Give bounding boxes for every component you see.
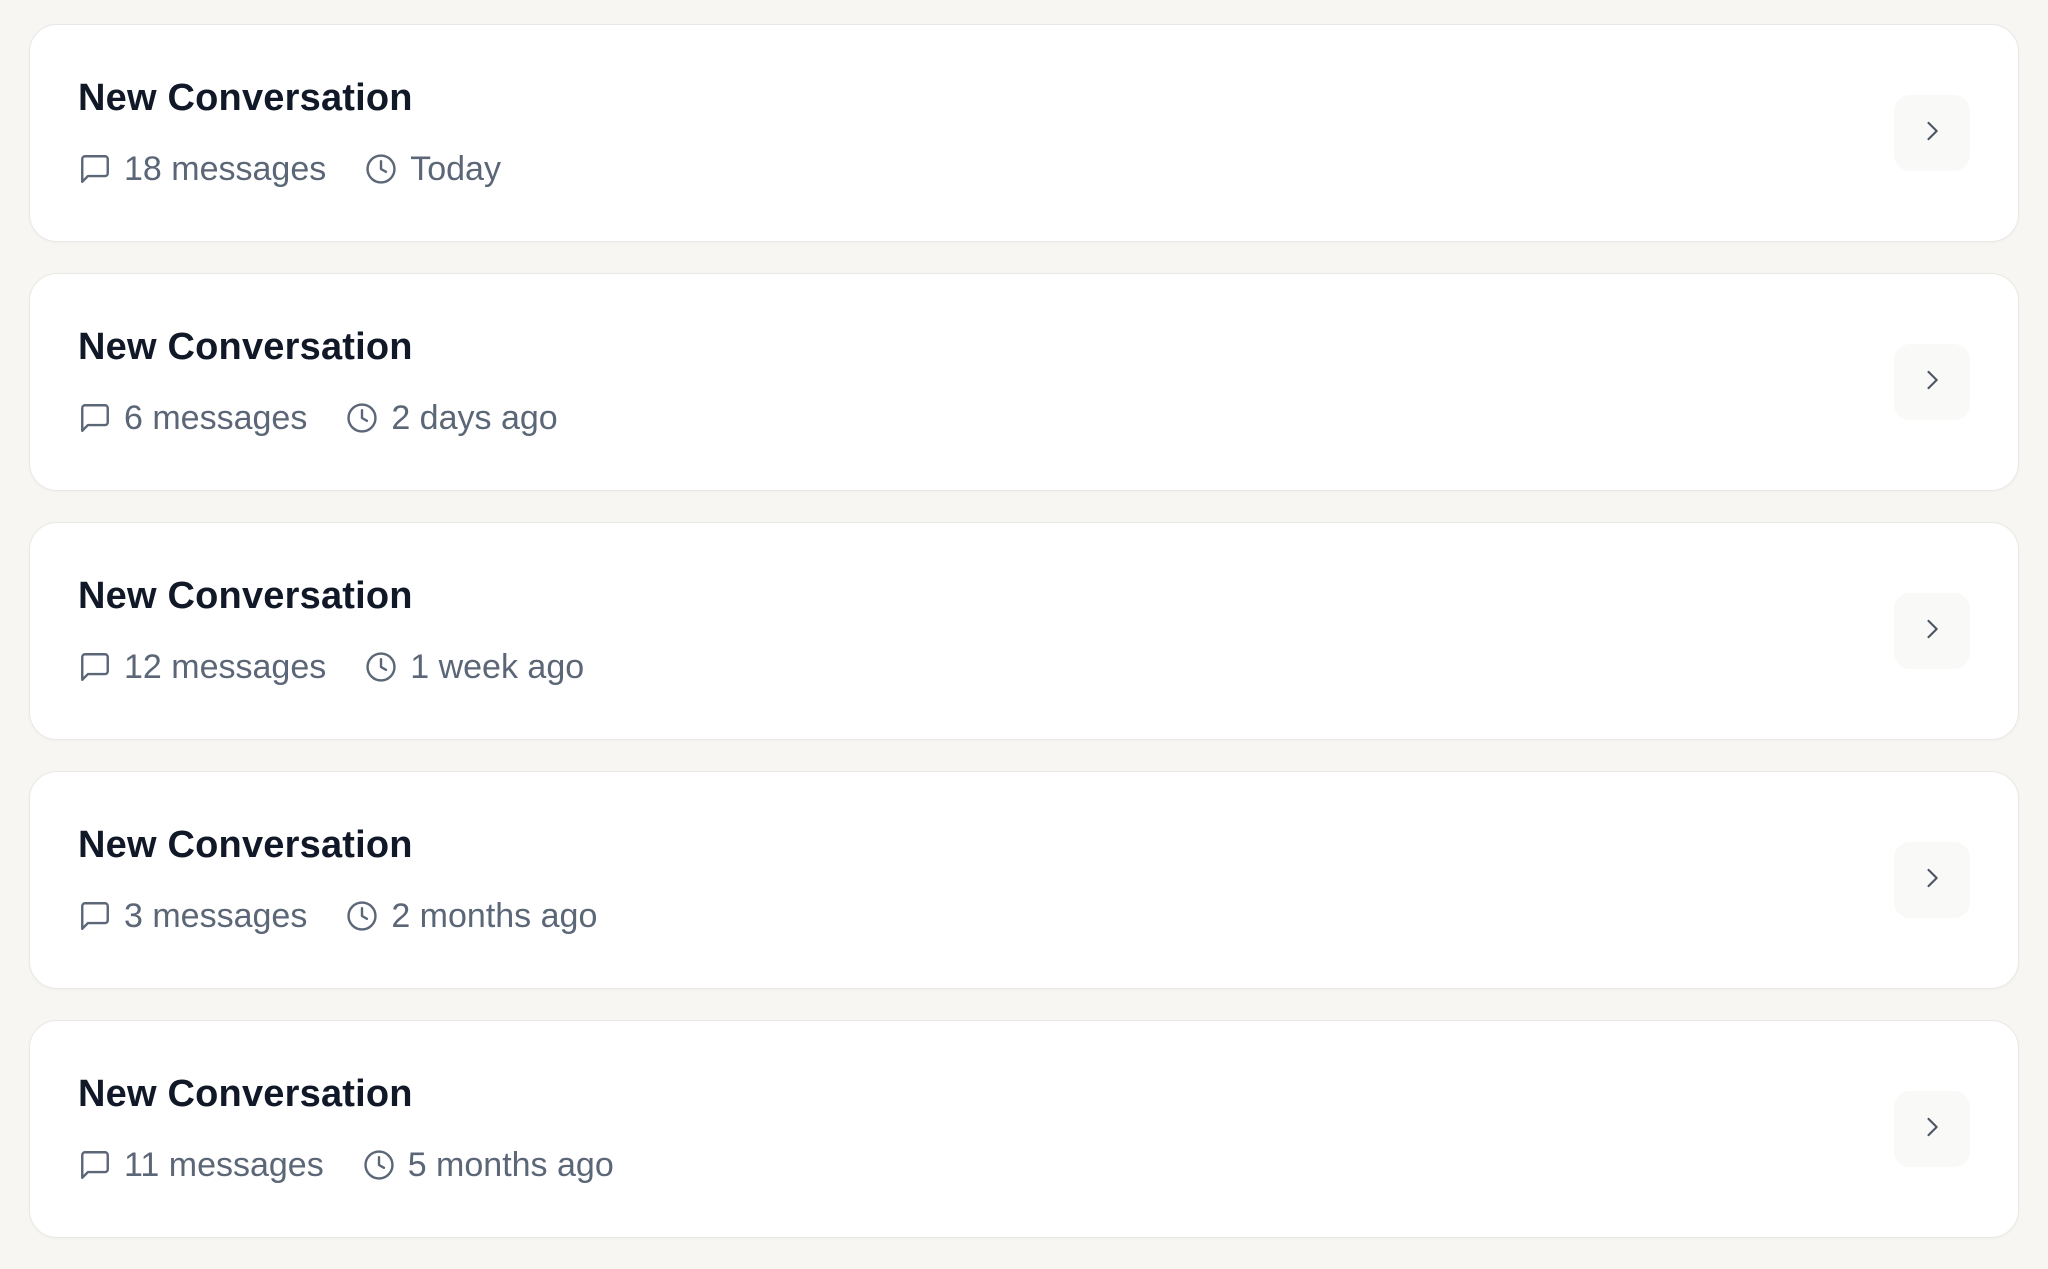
conversation-card[interactable]: New Conversation 11 messages 5 months ag… [29, 1020, 2019, 1238]
chevron-right-icon [1918, 366, 1946, 399]
message-square-icon [78, 401, 112, 435]
clock-icon [362, 1148, 396, 1182]
message-count: 18 messages [78, 150, 326, 189]
last-updated-label: 2 months ago [391, 896, 598, 935]
clock-icon [364, 152, 398, 186]
chevron-right-icon [1918, 1113, 1946, 1146]
conversation-title: New Conversation [78, 77, 413, 119]
conversation-title: New Conversation [78, 824, 413, 866]
message-count-label: 11 messages [124, 1145, 324, 1184]
conversation-title: New Conversation [78, 1073, 413, 1115]
message-count-label: 6 messages [124, 398, 308, 437]
last-updated-label: 2 days ago [391, 398, 558, 437]
message-count-label: 12 messages [124, 647, 327, 686]
open-conversation-button[interactable] [1894, 593, 1970, 669]
clock-icon [345, 899, 379, 933]
message-square-icon [78, 152, 112, 186]
conversation-title: New Conversation [78, 575, 413, 617]
conversation-card[interactable]: New Conversation 3 messages 2 months ago [29, 771, 2019, 989]
chevron-right-icon [1918, 117, 1946, 150]
open-conversation-button[interactable] [1894, 344, 1970, 420]
last-updated: 2 months ago [345, 897, 597, 936]
conversation-meta: 18 messages Today [78, 147, 501, 191]
message-square-icon [78, 899, 112, 933]
message-square-icon [78, 1148, 112, 1182]
last-updated: 2 days ago [345, 398, 558, 438]
message-count: 11 messages [78, 1146, 324, 1185]
last-updated-label: 1 week ago [410, 647, 585, 686]
message-count-label: 3 messages [124, 896, 308, 935]
conversation-meta: 6 messages 2 days ago [78, 396, 558, 440]
message-count: 3 messages [78, 897, 307, 936]
conversation-meta: 12 messages 1 week ago [78, 645, 584, 689]
conversation-card[interactable]: New Conversation 18 messages Today [29, 24, 2019, 242]
last-updated: Today [364, 150, 501, 189]
message-square-icon [78, 650, 112, 684]
conversation-meta: 3 messages 2 months ago [78, 894, 597, 938]
conversation-title: New Conversation [78, 326, 413, 368]
message-count: 12 messages [78, 648, 326, 687]
last-updated: 5 months ago [362, 1146, 614, 1185]
clock-icon [345, 401, 379, 435]
conversation-card[interactable]: New Conversation 12 messages 1 week ago [29, 522, 2019, 740]
chevron-right-icon [1918, 864, 1946, 897]
conversation-list: New Conversation 18 messages Today New C… [29, 24, 2019, 1269]
last-updated-label: 5 months ago [407, 1145, 614, 1184]
last-updated-label: Today [410, 149, 501, 188]
message-count-label: 18 messages [124, 149, 327, 188]
open-conversation-button[interactable] [1894, 842, 1970, 918]
chevron-right-icon [1918, 615, 1946, 648]
conversation-card[interactable]: New Conversation 6 messages 2 days ago [29, 273, 2019, 491]
open-conversation-button[interactable] [1894, 1091, 1970, 1167]
clock-icon [364, 650, 398, 684]
open-conversation-button[interactable] [1894, 95, 1970, 171]
last-updated: 1 week ago [364, 648, 584, 687]
message-count: 6 messages [78, 399, 307, 438]
conversation-meta: 11 messages 5 months ago [78, 1143, 614, 1187]
